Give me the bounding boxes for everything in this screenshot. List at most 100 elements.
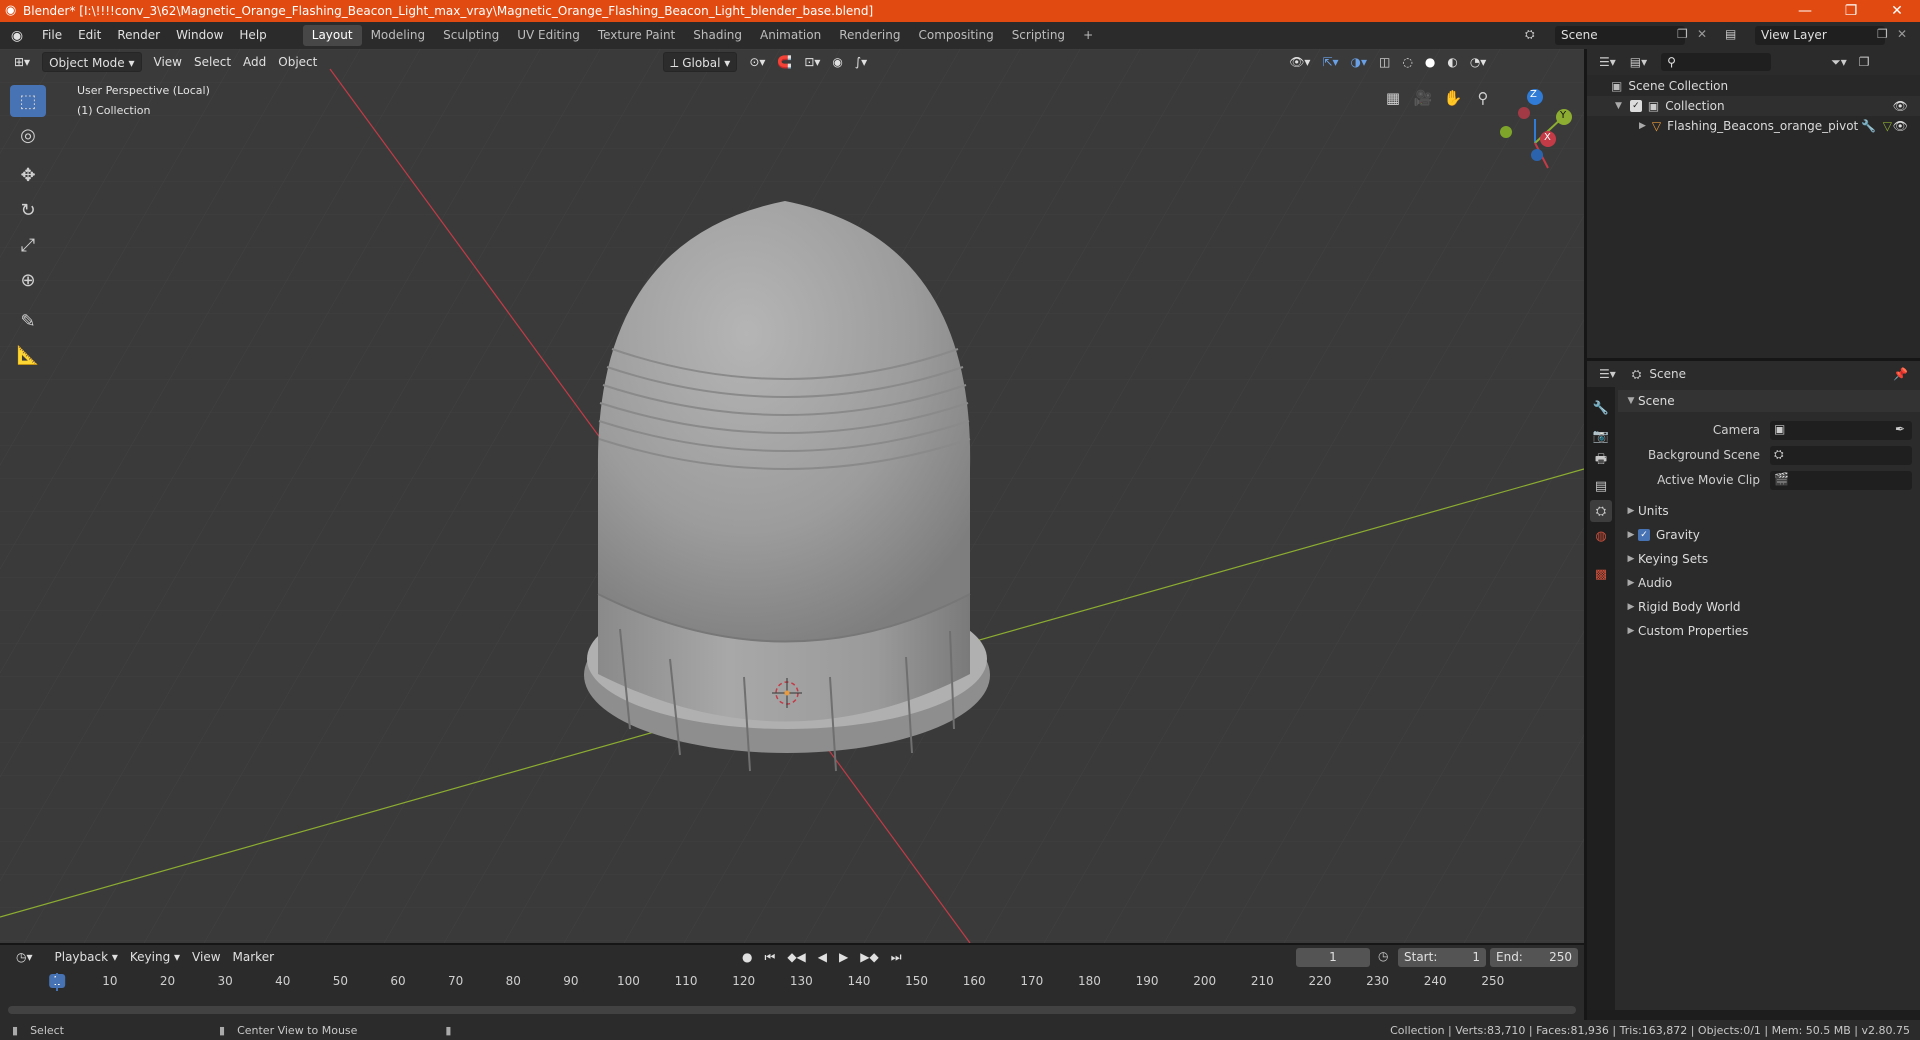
- tab-scripting[interactable]: Scripting: [1003, 25, 1074, 46]
- visibility-filter-dropdown[interactable]: 👁▾: [1283, 52, 1316, 72]
- restore-button[interactable]: ❐: [1828, 0, 1874, 22]
- properties-editor-type-icon[interactable]: ☰▾: [1599, 367, 1616, 381]
- play-button[interactable]: ▶: [833, 947, 854, 967]
- rotate-tool[interactable]: ↻: [10, 194, 46, 226]
- jump-end-button[interactable]: ⏭: [885, 947, 908, 967]
- blender-menu-icon[interactable]: ◉: [0, 28, 34, 44]
- expand-arrow-icon[interactable]: ▶: [1639, 121, 1646, 131]
- menu-edit[interactable]: Edit: [70, 22, 109, 49]
- active-movie-clip-field[interactable]: [1770, 471, 1912, 490]
- toggle-grid-view-button[interactable]: ▦: [1380, 85, 1406, 111]
- expand-arrow-icon[interactable]: ▼: [1615, 101, 1622, 111]
- tab-modeling[interactable]: Modeling: [362, 25, 435, 46]
- gravity-panel-header[interactable]: ▶ ✓ Gravity: [1618, 524, 1920, 546]
- transform-orientation-dropdown[interactable]: ⟂ Global ▾: [663, 52, 738, 72]
- view-layer-icon[interactable]: ▤: [1725, 27, 1736, 41]
- outliner-row-collection[interactable]: ▼ ✓ ▣ Collection 👁: [1587, 96, 1920, 116]
- menu-render[interactable]: Render: [109, 22, 168, 49]
- marker-menu[interactable]: Marker: [227, 947, 280, 967]
- pan-view-button[interactable]: ✋: [1440, 85, 1466, 111]
- auto-keying-clock-icon[interactable]: ◷: [1378, 949, 1388, 963]
- camera-field[interactable]: [1770, 421, 1912, 440]
- snap-toggle-icon[interactable]: 🧲: [771, 52, 798, 72]
- measure-tool[interactable]: 📐: [10, 339, 46, 371]
- current-frame-field[interactable]: 1: [1296, 948, 1370, 967]
- gizmo-toggle-icon[interactable]: ⇱▾: [1316, 52, 1344, 72]
- tab-uv-editing[interactable]: UV Editing: [508, 25, 589, 46]
- outliner-search-input[interactable]: ⚲: [1661, 53, 1772, 71]
- wireframe-shading-icon[interactable]: ◌: [1396, 52, 1418, 72]
- texture-tab[interactable]: ▩: [1590, 563, 1612, 585]
- tab-animation[interactable]: Animation: [751, 25, 830, 46]
- tab-rendering[interactable]: Rendering: [830, 25, 909, 46]
- zoom-view-button[interactable]: ⚲: [1470, 85, 1496, 111]
- pivot-point-dropdown[interactable]: ⊙▾: [743, 52, 771, 72]
- filter-icon[interactable]: ⏷▾: [1831, 55, 1847, 70]
- tab-texture-paint[interactable]: Texture Paint: [589, 25, 684, 46]
- gravity-checkbox[interactable]: ✓: [1638, 529, 1650, 541]
- background-scene-field[interactable]: [1770, 446, 1912, 465]
- modifier-icon[interactable]: 🔧: [1861, 119, 1876, 133]
- scene-panel-header[interactable]: ▼ Scene: [1618, 390, 1920, 412]
- prev-keyframe-button[interactable]: ◆◀: [781, 947, 811, 967]
- material-shading-icon[interactable]: ◐: [1441, 52, 1463, 72]
- overlays-toggle-icon[interactable]: ◑▾: [1345, 52, 1374, 72]
- scene-selector[interactable]: Scene: [1555, 26, 1685, 45]
- start-frame-field[interactable]: Start: 1: [1398, 948, 1486, 967]
- 3d-viewport[interactable]: Z Y X User Perspective (Local) (1) Colle…: [0, 49, 1584, 943]
- remove-scene-icon[interactable]: ✕: [1697, 27, 1707, 41]
- xray-toggle-icon[interactable]: ◫: [1373, 52, 1396, 72]
- new-scene-icon[interactable]: ❐: [1677, 27, 1688, 41]
- eye-icon[interactable]: 👁: [1893, 119, 1908, 133]
- outliner-row-object[interactable]: ▶ ▽ Flashing_Beacons_orange_pivot 🔧 ▽ 👁: [1587, 116, 1920, 136]
- tab-sculpting[interactable]: Sculpting: [434, 25, 508, 46]
- scene-tab[interactable]: ⛭: [1590, 500, 1612, 522]
- select-box-tool[interactable]: ⬚: [10, 85, 46, 117]
- timeline-view-menu[interactable]: View: [186, 947, 226, 967]
- menu-help[interactable]: Help: [231, 22, 274, 49]
- keying-menu[interactable]: Keying ▾: [124, 947, 186, 967]
- minimize-button[interactable]: —: [1782, 0, 1828, 22]
- next-keyframe-button[interactable]: ▶◆: [854, 947, 884, 967]
- audio-panel-header[interactable]: ▶ Audio: [1618, 572, 1920, 594]
- camera-view-button[interactable]: 🎥: [1410, 85, 1436, 111]
- playback-menu[interactable]: Playback ▾: [49, 947, 124, 967]
- exclude-checkbox[interactable]: ✓: [1629, 100, 1642, 112]
- tool-tab[interactable]: 🔧: [1590, 397, 1612, 419]
- editor-type-button[interactable]: ⊞▾: [8, 52, 36, 72]
- view-menu[interactable]: View: [148, 52, 188, 72]
- proportional-falloff-dropdown[interactable]: ∫▾: [849, 52, 873, 72]
- eyedropper-icon[interactable]: ✒: [1895, 422, 1905, 436]
- record-button[interactable]: ●: [736, 947, 758, 967]
- new-view-layer-icon[interactable]: ❐: [1877, 27, 1888, 41]
- units-panel-header[interactable]: ▶ Units: [1618, 500, 1920, 522]
- cursor-tool[interactable]: ◎: [10, 119, 46, 151]
- snap-target-dropdown[interactable]: ⊡▾: [798, 52, 826, 72]
- scene-icon[interactable]: ⛭: [1525, 27, 1535, 42]
- eye-icon[interactable]: 👁: [1893, 99, 1908, 113]
- end-frame-field[interactable]: End: 250: [1490, 948, 1578, 967]
- rigid-body-world-panel-header[interactable]: ▶ Rigid Body World: [1618, 596, 1920, 618]
- tab-compositing[interactable]: Compositing: [909, 25, 1002, 46]
- remove-view-layer-icon[interactable]: ✕: [1897, 27, 1907, 41]
- transform-tool[interactable]: ⊕: [10, 264, 46, 296]
- annotate-tool[interactable]: ✎: [10, 305, 46, 337]
- play-reverse-button[interactable]: ◀: [812, 947, 833, 967]
- world-tab[interactable]: ◍: [1590, 525, 1612, 547]
- timeline-ruler[interactable]: 1102030405060708090100110120130140150160…: [0, 970, 1584, 996]
- object-menu[interactable]: Object: [272, 52, 323, 72]
- timeline-scrollbar[interactable]: [8, 1006, 1576, 1014]
- rendered-shading-icon[interactable]: ◔▾: [1464, 52, 1493, 72]
- add-menu[interactable]: Add: [237, 52, 272, 72]
- custom-properties-panel-header[interactable]: ▶ Custom Properties: [1618, 620, 1920, 642]
- tab-layout[interactable]: Layout: [302, 25, 362, 46]
- proportional-edit-icon[interactable]: ◉: [826, 52, 848, 72]
- timeline-editor-type-icon[interactable]: ◷▾: [10, 947, 39, 967]
- menu-file[interactable]: File: [34, 22, 70, 49]
- close-button[interactable]: ✕: [1874, 0, 1920, 22]
- move-tool[interactable]: ✥: [10, 159, 46, 191]
- view-layer-selector[interactable]: View Layer: [1755, 26, 1885, 45]
- add-workspace-button[interactable]: +: [1074, 25, 1102, 46]
- outliner-editor-type-icon[interactable]: ☰▾: [1599, 55, 1616, 69]
- solid-shading-icon[interactable]: ●: [1419, 52, 1441, 72]
